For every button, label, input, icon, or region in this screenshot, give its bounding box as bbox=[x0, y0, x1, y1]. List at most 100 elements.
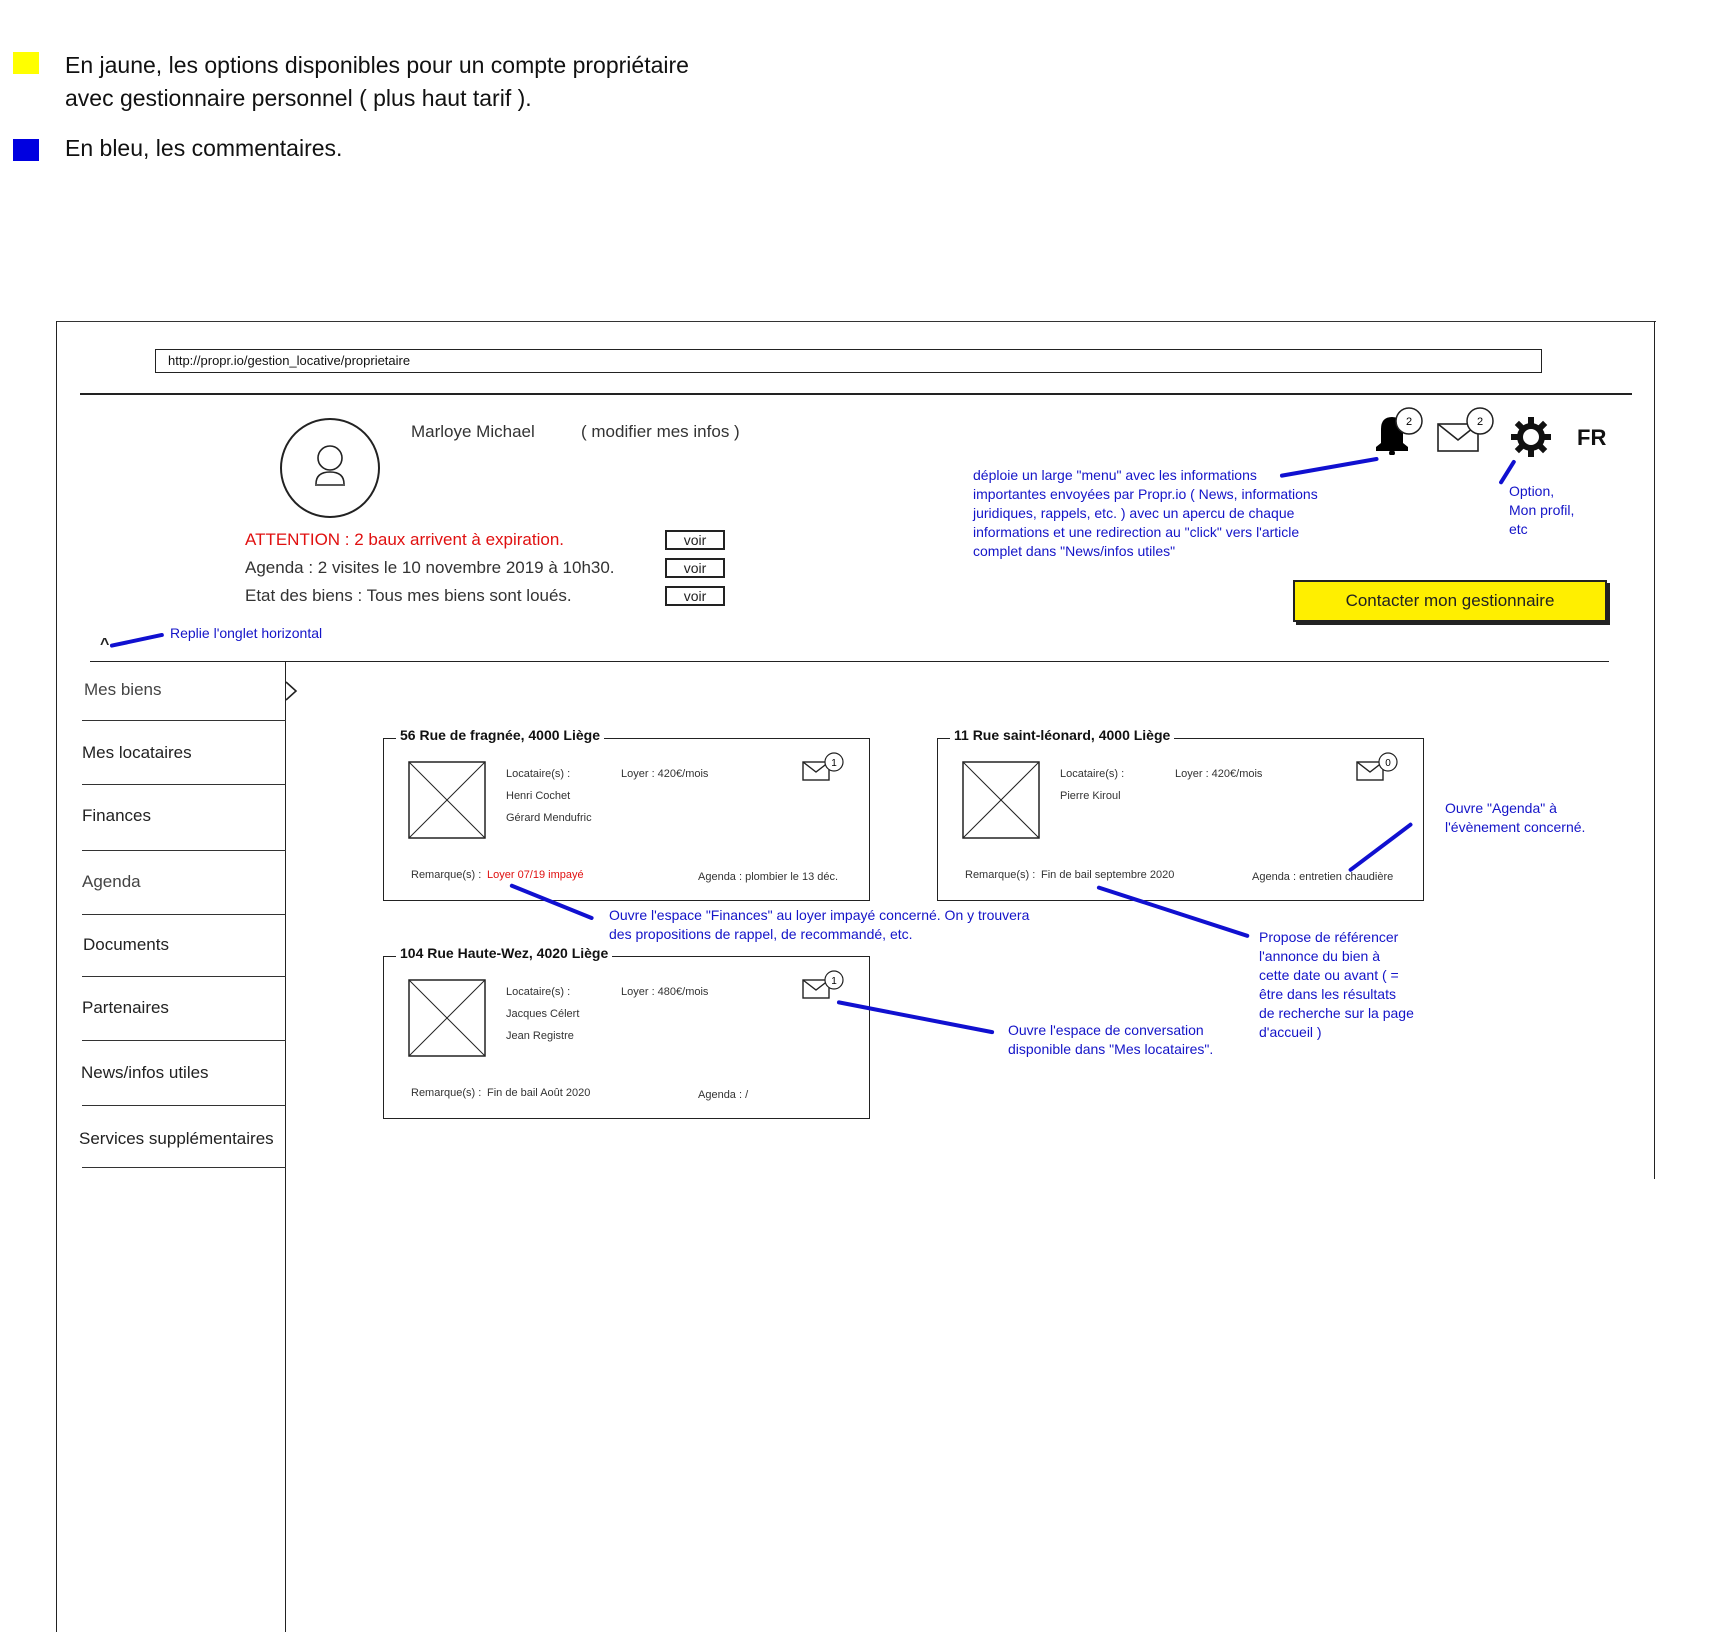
sidebar-divider bbox=[82, 1105, 286, 1106]
legend-yellow-line2: avec gestionnaire personnel ( plus haut … bbox=[65, 85, 532, 111]
remark-label: Remarque(s) : bbox=[965, 869, 1036, 881]
annotation-line: l'annonce du bien à bbox=[1259, 948, 1380, 964]
annotation-line: juridiques, rappels, etc. ) avec un aper… bbox=[973, 505, 1295, 521]
tenant-name: Gérard Mendufric bbox=[506, 812, 592, 824]
tenants-label: Locataire(s) : bbox=[1060, 768, 1125, 780]
tenant-name: Henri Cochet bbox=[506, 790, 571, 802]
annotation-line: être dans les résultats bbox=[1259, 986, 1396, 1002]
image-placeholder-icon bbox=[408, 761, 486, 839]
voir-expiration-button[interactable]: voir bbox=[665, 530, 725, 550]
annotation-line: Mon profil, bbox=[1509, 502, 1575, 518]
legend-blue-swatch bbox=[13, 139, 39, 161]
sidebar-divider bbox=[82, 1040, 286, 1041]
property-address: 104 Rue Haute-Wez, 4020 Liège bbox=[396, 945, 613, 961]
voir-agenda-button[interactable]: voir bbox=[665, 558, 725, 578]
url-path: gestion_locative/proprietaire bbox=[247, 353, 411, 368]
annotation-line: complet dans "News/infos utiles" bbox=[973, 543, 1176, 559]
gear-icon[interactable] bbox=[1509, 415, 1553, 459]
content-divider bbox=[90, 661, 1609, 662]
annotation-line: Ouvre l'espace "Finances" au loyer impay… bbox=[609, 907, 1030, 923]
agenda-value[interactable]: Agenda : / bbox=[698, 1089, 748, 1101]
message-count: 2 bbox=[1477, 416, 1483, 428]
sidebar-item-news[interactable]: News/infos utiles bbox=[81, 1063, 286, 1083]
image-placeholder-icon bbox=[962, 761, 1040, 839]
mail-icon[interactable]: 0 bbox=[1356, 752, 1400, 786]
annotation-line: l'évènement concerné. bbox=[1445, 819, 1586, 835]
annotation-line: importantes envoyées par Propr.io ( News… bbox=[973, 486, 1318, 502]
mail-icon[interactable]: 1 bbox=[802, 970, 846, 1004]
sidebar-item-finances[interactable]: Finances bbox=[82, 806, 287, 826]
message-badge: 2 bbox=[1466, 407, 1494, 435]
sidebar-divider bbox=[82, 976, 286, 977]
legend-yellow-swatch bbox=[13, 52, 39, 74]
sidebar-divider bbox=[82, 720, 286, 721]
profile-name: Marloye Michael bbox=[411, 422, 535, 441]
annotation-line: d'accueil ) bbox=[1259, 1024, 1322, 1040]
avatar[interactable] bbox=[280, 418, 380, 518]
sidebar-divider bbox=[82, 914, 286, 915]
image-placeholder-icon bbox=[408, 979, 486, 1057]
language-selector[interactable]: FR bbox=[1577, 425, 1606, 451]
annotation-line: etc bbox=[1509, 521, 1528, 537]
annotation-line: Ouvre "Agenda" à bbox=[1445, 800, 1557, 816]
rent-amount: Loyer : 420€/mois bbox=[621, 768, 709, 780]
sidebar-divider bbox=[82, 1167, 286, 1168]
sidebar-divider bbox=[82, 784, 286, 785]
sidebar-item-partenaires[interactable]: Partenaires bbox=[82, 998, 287, 1018]
tenant-name: Jean Registre bbox=[506, 1030, 574, 1042]
tenants-label: Locataire(s) : bbox=[506, 768, 571, 780]
remark-value[interactable]: Fin de bail septembre 2020 bbox=[1041, 869, 1174, 881]
sidebar-item-documents[interactable]: Documents bbox=[83, 935, 288, 955]
legend-yellow-line1: En jaune, les options disponibles pour u… bbox=[65, 52, 689, 78]
edit-profile-link[interactable]: ( modifier mes infos ) bbox=[581, 422, 740, 442]
user-icon bbox=[315, 445, 345, 486]
remark-value[interactable]: Loyer 07/19 impayé bbox=[487, 869, 584, 881]
tenant-name: Pierre Kiroul bbox=[1060, 790, 1121, 802]
property-address: 56 Rue de fragnée, 4000 Liège bbox=[396, 727, 604, 743]
annotation-line: déploie un large "menu" avec les informa… bbox=[973, 467, 1257, 483]
agenda-value[interactable]: Agenda : plombier le 13 déc. bbox=[698, 871, 838, 883]
annotation-line: disponible dans "Mes locataires". bbox=[1008, 1041, 1214, 1057]
listing-annotation: Propose de référencer l'annonce du bien … bbox=[1259, 928, 1414, 1042]
finances-annotation: Ouvre l'espace "Finances" au loyer impay… bbox=[609, 906, 1029, 944]
agenda-annotation: Ouvre "Agenda" à l'évènement concerné. bbox=[1445, 799, 1585, 837]
sidebar-item-agenda[interactable]: Agenda bbox=[82, 872, 287, 892]
settings-annotation: Option, Mon profil, etc bbox=[1509, 482, 1574, 539]
annotation-line: Option, bbox=[1509, 483, 1555, 499]
message-count: 1 bbox=[831, 976, 837, 987]
conversation-annotation: Ouvre l'espace de conversation disponibl… bbox=[1008, 1021, 1213, 1059]
property-status-alert: Etat des biens : Tous mes biens sont lou… bbox=[245, 586, 572, 605]
tenant-name: Jacques Célert bbox=[506, 1008, 580, 1020]
sidebar-item-mes-locataires[interactable]: Mes locataires bbox=[82, 743, 287, 763]
wireframe-left-border bbox=[56, 321, 57, 1632]
remark-value[interactable]: Fin de bail Août 2020 bbox=[487, 1087, 590, 1099]
voir-status-button[interactable]: voir bbox=[665, 586, 725, 606]
sidebar-divider bbox=[82, 850, 286, 851]
rent-amount: Loyer : 420€/mois bbox=[1175, 768, 1263, 780]
property-card[interactable]: 11 Rue saint-léonard, 4000 Liège Locatai… bbox=[937, 727, 1424, 901]
mail-icon[interactable]: 1 bbox=[802, 752, 846, 786]
tenants-label: Locataire(s) : bbox=[506, 986, 571, 998]
notifications-annotation: déploie un large "menu" avec les informa… bbox=[973, 466, 1318, 561]
remark-label: Remarque(s) : bbox=[411, 1087, 482, 1099]
wireframe-right-border bbox=[1654, 321, 1655, 1179]
message-count: 0 bbox=[1385, 758, 1391, 769]
notification-count: 2 bbox=[1406, 416, 1412, 428]
collapse-annotation: Replie l'onglet horizontal bbox=[170, 625, 323, 641]
property-card[interactable]: 104 Rue Haute-Wez, 4020 Liège Locataire(… bbox=[383, 945, 870, 1119]
collapse-pointer bbox=[109, 632, 165, 648]
property-card[interactable]: 56 Rue de fragnée, 4000 Liège Locataire(… bbox=[383, 727, 870, 901]
header-divider bbox=[80, 393, 1632, 395]
annotation-line: informations et une redirection au "clic… bbox=[973, 524, 1300, 540]
annotation-line: Propose de référencer bbox=[1259, 929, 1399, 945]
property-address: 11 Rue saint-léonard, 4000 Liège bbox=[950, 727, 1175, 743]
sidebar-item-services[interactable]: Services supplémentaires bbox=[79, 1129, 284, 1149]
sidebar-item-mes-biens[interactable]: Mes biens bbox=[84, 680, 289, 700]
annotation-line: cette date ou avant ( = bbox=[1259, 967, 1399, 983]
agenda-alert: Agenda : 2 visites le 10 novembre 2019 à… bbox=[245, 558, 615, 577]
agenda-value[interactable]: Agenda : entretien chaudière bbox=[1252, 871, 1393, 883]
collapse-toggle[interactable]: ^ bbox=[100, 636, 109, 654]
contact-manager-button[interactable]: Contacter mon gestionnaire bbox=[1293, 580, 1607, 622]
address-bar[interactable]: http://propr.io/gestion_locative/proprie… bbox=[155, 349, 1542, 373]
annotation-line: des propositions de rappel, de recommand… bbox=[609, 926, 913, 942]
